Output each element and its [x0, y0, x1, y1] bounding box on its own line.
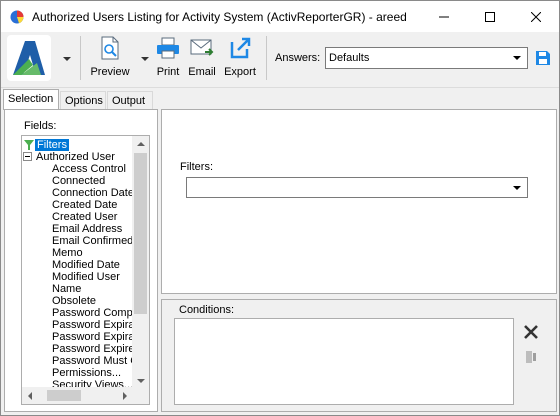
tree-item[interactable]: Modified User — [52, 271, 120, 283]
close-button[interactable] — [513, 1, 559, 32]
scroll-up-icon[interactable] — [137, 142, 145, 146]
answers-value: Defaults — [329, 52, 370, 64]
fields-label: Fields: — [24, 120, 57, 132]
pie-chart-icon — [10, 10, 24, 24]
close-icon — [531, 11, 541, 22]
toolbar: Preview Print Email Export Answers: Defa… — [1, 32, 559, 88]
fields-panel: Fields: Filters Authorized User Access C… — [4, 109, 158, 412]
tree-item[interactable]: Password Expira — [52, 331, 134, 343]
save-icon[interactable] — [535, 50, 551, 66]
tab-output[interactable]: Output — [107, 91, 153, 110]
tab-selection[interactable]: Selection — [3, 89, 59, 110]
fields-tree[interactable]: Filters Authorized User Access Control Co… — [21, 135, 150, 405]
toolbar-separator — [266, 36, 267, 80]
answers-dropdown[interactable]: Defaults — [325, 47, 528, 69]
filters-label: Filters: — [180, 161, 213, 173]
vertical-scrollbar[interactable] — [132, 136, 149, 389]
preview-button[interactable]: Preview — [88, 36, 132, 82]
logo-menu-arrow-icon[interactable] — [63, 57, 71, 61]
tree-item[interactable]: Name — [52, 283, 81, 295]
minimize-icon — [439, 16, 449, 17]
insert-icon — [526, 351, 536, 363]
preview-icon — [101, 36, 119, 60]
tree-item[interactable]: Password Expire — [52, 343, 134, 355]
preview-label: Preview — [90, 66, 130, 78]
maximize-button[interactable] — [467, 1, 513, 32]
tree-item[interactable]: Password Compl — [52, 307, 134, 319]
tab-options[interactable]: Options — [60, 91, 106, 110]
collapse-icon[interactable] — [23, 152, 32, 161]
email-icon — [190, 39, 214, 56]
print-label: Print — [156, 66, 180, 78]
tree-node-label: Authorized User — [36, 151, 115, 163]
tree-item[interactable]: Created User — [52, 211, 117, 223]
app-logo-icon[interactable] — [7, 35, 51, 81]
preview-menu-arrow-icon[interactable] — [141, 57, 149, 61]
report-window: Authorized Users Listing for Activity Sy… — [0, 0, 560, 416]
delete-condition-button[interactable] — [520, 321, 542, 343]
scroll-corner — [132, 387, 149, 404]
export-button[interactable]: Export — [222, 36, 258, 82]
filters-dropdown[interactable] — [186, 177, 528, 198]
filter-icon — [24, 140, 34, 150]
scrollbar-thumb[interactable] — [134, 153, 147, 314]
maximize-icon — [485, 11, 495, 22]
tree-node-label: Filters — [35, 139, 69, 151]
print-button[interactable]: Print — [153, 36, 183, 82]
tree-item[interactable]: Obsolete — [52, 295, 96, 307]
title-bar: Authorized Users Listing for Activity Sy… — [1, 1, 559, 32]
conditions-panel: Conditions: — [161, 299, 557, 412]
tree-item[interactable]: Permissions... — [52, 367, 121, 379]
condition-action-button[interactable] — [520, 346, 542, 368]
tree-item[interactable]: Created Date — [52, 199, 117, 211]
tree-item[interactable]: Email Confirmed — [52, 235, 133, 247]
delete-x-icon — [524, 325, 538, 339]
scroll-right-icon[interactable] — [123, 392, 127, 400]
scrollbar-thumb[interactable] — [47, 390, 81, 401]
tree-item[interactable]: Password Must C — [52, 355, 134, 367]
tree-item[interactable]: Memo — [52, 247, 83, 259]
tree-item[interactable]: Connected — [52, 175, 105, 187]
export-label: Export — [224, 66, 256, 78]
chevron-down-icon — [513, 186, 521, 190]
chevron-down-icon — [513, 56, 521, 60]
email-label: Email — [188, 66, 216, 78]
tree-item[interactable]: Modified Date — [52, 259, 120, 271]
scroll-left-icon[interactable] — [28, 392, 32, 400]
email-button[interactable]: Email — [187, 36, 217, 82]
tree-node-filters[interactable]: Filters — [23, 139, 69, 151]
conditions-list[interactable] — [174, 318, 514, 405]
conditions-label: Conditions: — [179, 304, 235, 316]
export-icon — [230, 37, 251, 59]
selection-editor: Filters: Conditions: — [161, 109, 557, 412]
tab-strip: Selection Options Output — [1, 89, 161, 110]
toolbar-separator — [80, 36, 81, 80]
filters-panel: Filters: — [161, 109, 557, 294]
tree-item[interactable]: Email Address — [52, 223, 122, 235]
tree-item[interactable]: Password Expira — [52, 319, 134, 331]
horizontal-scrollbar[interactable] — [22, 387, 149, 404]
minimize-button[interactable] — [421, 1, 467, 32]
tree-item[interactable]: Connection Date — [52, 187, 134, 199]
window-title: Authorized Users Listing for Activity Sy… — [32, 10, 407, 24]
scroll-down-icon[interactable] — [137, 379, 145, 383]
printer-icon — [157, 37, 179, 59]
tree-node-authorized-user[interactable]: Authorized User — [23, 151, 115, 163]
answers-label: Answers: — [275, 52, 321, 64]
tree-item[interactable]: Access Control — [52, 163, 126, 175]
